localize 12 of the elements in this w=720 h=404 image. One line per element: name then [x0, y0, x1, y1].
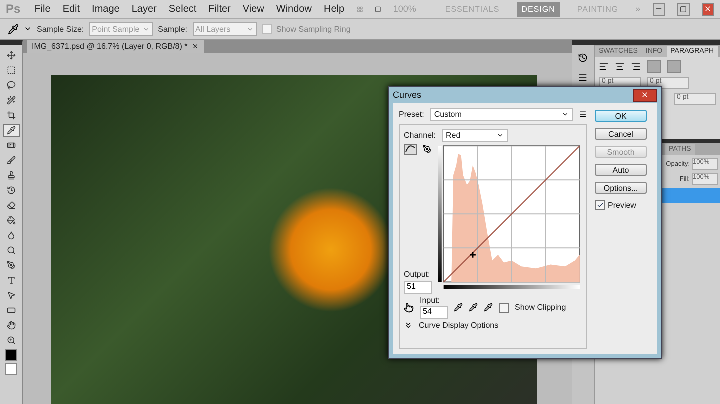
- app-logo: Ps: [6, 2, 21, 16]
- dialog-title: Curves: [393, 90, 422, 100]
- channel-label: Channel:: [404, 131, 436, 140]
- section-label: Curve Display Options: [419, 321, 499, 330]
- checkbox-label: Show Sampling Ring: [276, 24, 351, 34]
- output-label: Output:: [404, 270, 432, 279]
- preset-label: Preset:: [399, 110, 424, 119]
- sample-size-label: Sample Size:: [37, 24, 84, 34]
- sample-label: Sample:: [158, 24, 188, 34]
- input-label: Input:: [420, 296, 442, 305]
- checkbox-label: Preview: [608, 200, 636, 210]
- checkbox-label: Show Clipping: [515, 303, 566, 312]
